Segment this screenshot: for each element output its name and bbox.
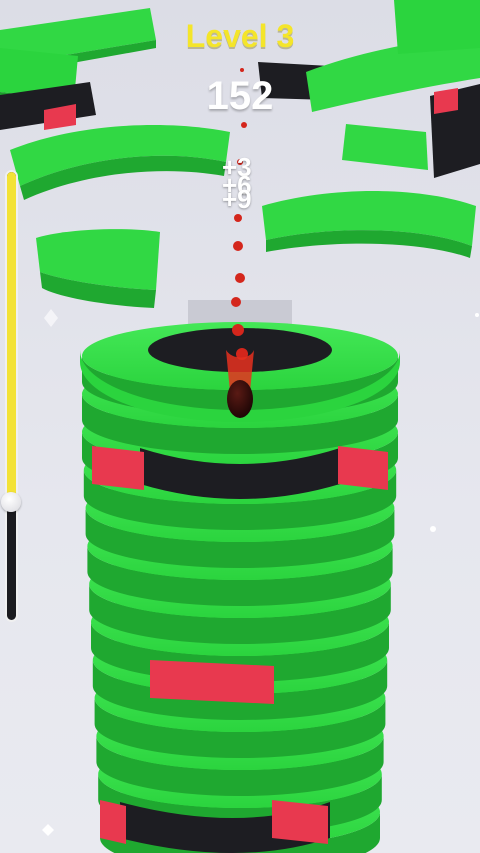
ball — [227, 380, 253, 418]
red-segment — [272, 800, 328, 844]
level-progress-fill — [7, 172, 16, 504]
red-segment — [150, 660, 274, 704]
level-progress-bar — [5, 170, 18, 622]
shard — [342, 124, 428, 170]
ball-icon — [226, 350, 254, 418]
trail-dot — [235, 273, 245, 283]
red-segment — [338, 446, 388, 490]
game-scene[interactable] — [0, 0, 480, 853]
score-popup: +9 — [222, 184, 252, 214]
trail-dot — [232, 324, 244, 336]
score-counter: 152 — [206, 74, 274, 118]
level-label: Level 3 — [185, 18, 295, 54]
sparkle — [44, 309, 58, 327]
trail-dot — [241, 122, 247, 128]
sparkle — [42, 824, 54, 836]
sparkle — [430, 526, 436, 532]
trail-dot — [240, 68, 244, 72]
red-segment — [100, 800, 126, 844]
trail-dot — [231, 297, 241, 307]
red-segment — [92, 446, 144, 490]
trail-dot — [234, 214, 242, 222]
sparkle — [475, 313, 479, 317]
trail-dot — [233, 241, 243, 251]
